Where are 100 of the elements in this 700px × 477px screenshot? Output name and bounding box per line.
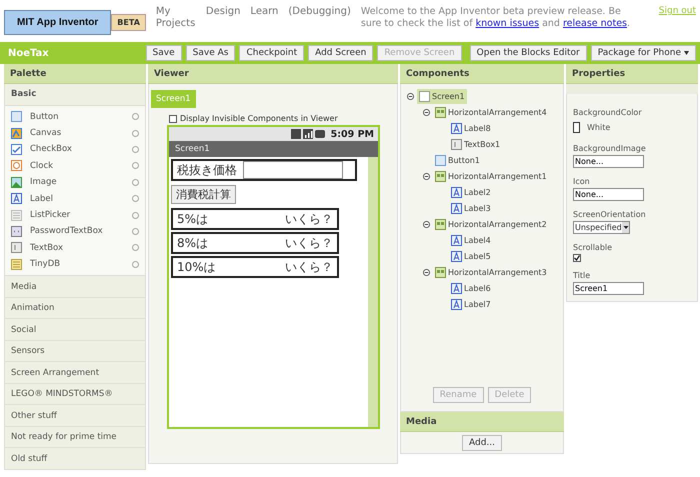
collapse-toggle-icon[interactable]: [407, 92, 414, 100]
tree-item[interactable]: Label6: [449, 280, 493, 296]
arrangement-icon: [435, 106, 446, 118]
price-label: 税抜き価格: [177, 162, 237, 178]
help-icon[interactable]: [132, 228, 139, 235]
scrollbar[interactable]: [368, 157, 378, 427]
panel-header: Media: [400, 412, 564, 432]
tree-item[interactable]: HorizontalArrangement2: [433, 216, 549, 232]
result-label: いくら？: [285, 258, 333, 276]
db-icon: [11, 258, 22, 270]
dropdown-button[interactable]: Package for Phone: [590, 45, 696, 61]
result-label: いくら？: [285, 234, 333, 252]
rate-label: 8%は: [177, 234, 210, 252]
palette-item[interactable]: TinyDB: [30, 259, 124, 270]
help-icon[interactable]: [132, 244, 139, 252]
caret-icon: [684, 51, 689, 55]
checkbox-label: Display Invisible Components in Viewer: [180, 114, 338, 123]
toolbar-button[interactable]: Add Screen: [308, 45, 374, 61]
screen-icon: [419, 90, 430, 102]
label-icon: [11, 193, 22, 204]
help-icon[interactable]: [132, 178, 139, 186]
palette-section[interactable]: Old stuff: [4, 448, 146, 470]
panel-header: Viewer: [148, 64, 398, 84]
palette-section[interactable]: Not ready for prime time: [4, 426, 146, 448]
checkbox[interactable]: [573, 254, 581, 262]
palette-item[interactable]: CheckBox: [30, 144, 124, 154]
palette-item[interactable]: TextBox: [30, 242, 124, 253]
palette-item[interactable]: Canvas: [30, 128, 124, 138]
rate-label: 5%は: [177, 210, 210, 228]
help-icon[interactable]: [132, 260, 139, 268]
palette-section[interactable]: Other stuff: [4, 405, 146, 427]
tree-item[interactable]: Label3: [449, 200, 493, 216]
tree-item[interactable]: Label2: [449, 184, 493, 200]
nav-link[interactable]: Design: [206, 6, 240, 18]
add-button[interactable]: Add...: [462, 434, 502, 450]
beta-badge: BETA: [111, 14, 146, 31]
help-icon[interactable]: [132, 195, 139, 202]
palette-section[interactable]: Social: [4, 319, 146, 341]
tree-item[interactable]: HorizontalArrangement1: [433, 168, 549, 184]
tree-item[interactable]: Label4: [449, 232, 493, 248]
price-input[interactable]: [243, 161, 343, 179]
app-logo: MIT App Inventor: [4, 10, 112, 35]
nav-link[interactable]: My Projects: [156, 6, 196, 30]
tree-item[interactable]: Label5: [449, 248, 493, 264]
palette-item[interactable]: Button: [30, 112, 124, 122]
palette-item[interactable]: Clock: [30, 160, 124, 171]
orientation-select[interactable]: Unspecified: [573, 221, 630, 234]
nav-link[interactable]: (Debugging): [288, 6, 351, 18]
property-field[interactable]: None...: [573, 155, 644, 168]
checkbox[interactable]: [169, 114, 177, 122]
link[interactable]: release notes: [562, 18, 627, 29]
tree-item[interactable]: HorizontalArrangement3: [433, 264, 549, 280]
phone-title-bar: Screen1: [169, 141, 378, 157]
palette-section[interactable]: Animation: [4, 298, 146, 320]
collapse-toggle-icon[interactable]: [423, 268, 430, 276]
palette-item[interactable]: PasswordTextBox: [30, 226, 124, 236]
help-icon[interactable]: [132, 146, 139, 153]
panel-header: Palette: [4, 64, 146, 84]
collapse-toggle-icon[interactable]: [423, 108, 430, 116]
status-time: 5:09 PM: [330, 128, 374, 140]
toolbar-button[interactable]: Checkpoint: [239, 45, 304, 61]
color-swatch[interactable]: [573, 122, 580, 132]
collapse-toggle-icon[interactable]: [423, 172, 430, 180]
property-field[interactable]: None...: [573, 188, 644, 201]
panel-header: Properties: [566, 64, 698, 84]
label-icon: [451, 298, 462, 310]
arrangement-icon: [435, 266, 446, 278]
textbox-icon: [451, 138, 462, 150]
collapse-toggle-icon[interactable]: [423, 220, 430, 228]
tree-item[interactable]: Screen1: [417, 88, 467, 104]
button-icon: [435, 154, 446, 166]
property-field[interactable]: Screen1: [573, 282, 644, 295]
nav-link[interactable]: Learn: [250, 6, 278, 18]
tree-item[interactable]: Button1: [433, 152, 482, 168]
toolbar-button[interactable]: Save: [146, 45, 182, 61]
arrangement-icon: [435, 170, 446, 182]
toolbar-button[interactable]: Open the Blocks Editor: [470, 45, 587, 61]
help-icon[interactable]: [132, 130, 139, 137]
palette-section[interactable]: LEGO® MINDSTORMS®: [4, 384, 146, 406]
label-icon: [451, 202, 462, 214]
link[interactable]: known issues: [476, 18, 540, 29]
toolbar-button[interactable]: Save As: [186, 45, 236, 61]
help-icon[interactable]: [132, 162, 139, 170]
tree-item[interactable]: Label8: [449, 120, 493, 136]
palette-section[interactable]: Screen Arrangement: [4, 362, 146, 384]
palette-section[interactable]: Media: [4, 276, 146, 298]
palette-item[interactable]: ListPicker: [30, 210, 124, 220]
tree-item[interactable]: TextBox1: [449, 136, 502, 152]
calculate-button[interactable]: 消費税計算: [171, 185, 236, 204]
tree-item[interactable]: Label7: [449, 296, 493, 312]
welcome-message: Welcome to the App Inventor beta preview release. Be sure to check the list of known issues and release notes.: [360, 6, 631, 30]
palette-item[interactable]: Image: [30, 177, 124, 188]
tree-item[interactable]: HorizontalArrangement4: [433, 104, 549, 120]
caret-icon: [622, 222, 629, 233]
palette-section[interactable]: Sensors: [4, 340, 146, 362]
help-icon[interactable]: [132, 113, 139, 120]
palette-item[interactable]: Label: [30, 194, 124, 204]
textbox-icon: [11, 242, 22, 254]
help-icon[interactable]: [132, 212, 139, 219]
palette-section[interactable]: Basic: [4, 84, 146, 106]
